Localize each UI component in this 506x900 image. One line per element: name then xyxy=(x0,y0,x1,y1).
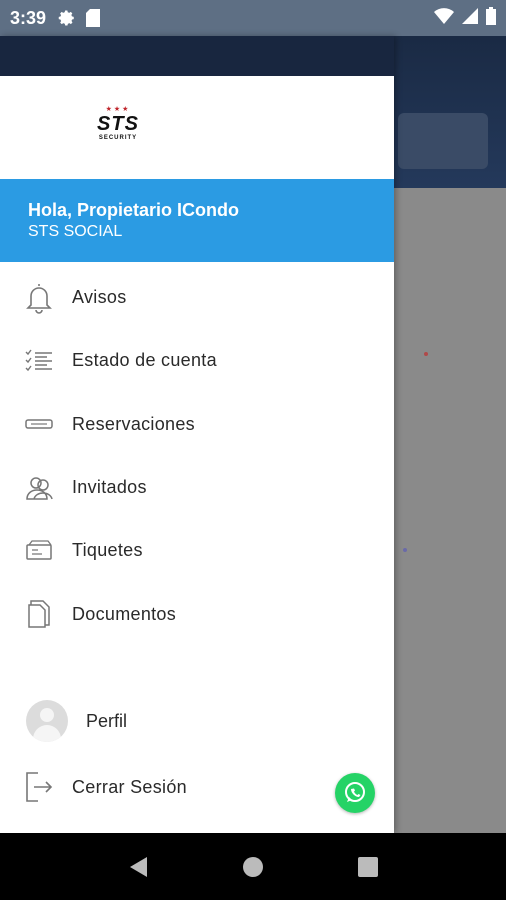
menu-item-label: Avisos xyxy=(72,287,127,308)
user-banner: Hola, Propietario ICondo STS SOCIAL xyxy=(0,179,394,262)
navigation-drawer: ★★★ STS SECURITY Hola, Propietario ICond… xyxy=(0,36,394,833)
wifi-icon xyxy=(434,7,454,29)
signal-icon xyxy=(462,7,478,29)
menu-item-label: Invitados xyxy=(72,477,147,498)
back-button[interactable] xyxy=(118,847,158,887)
home-icon xyxy=(242,856,263,877)
checklist-icon xyxy=(24,344,54,378)
profile-label: Perfil xyxy=(86,710,128,731)
menu-item-tiquetes[interactable]: Tiquetes xyxy=(0,519,394,582)
whatsapp-icon xyxy=(345,782,365,802)
menu-item-avisos[interactable]: Avisos xyxy=(0,266,394,329)
bell-icon xyxy=(24,281,54,315)
status-time: 3:39 xyxy=(10,7,47,28)
avatar-icon xyxy=(26,700,68,742)
menu-item-invitados[interactable]: Invitados xyxy=(0,456,394,519)
status-bar: 3:39 xyxy=(0,0,506,36)
sd-card-icon xyxy=(86,9,101,27)
user-greeting: Hola, Propietario ICondo xyxy=(28,200,240,220)
drawer-menu: Avisos Estado de cuenta Reservaciones In… xyxy=(0,266,394,646)
whatsapp-button[interactable] xyxy=(335,773,375,813)
menu-item-label: Reservaciones xyxy=(72,413,195,434)
menu-item-perfil[interactable]: Perfil xyxy=(26,700,127,742)
back-icon xyxy=(129,856,147,877)
sts-logo: ★★★ STS SECURITY xyxy=(92,106,144,148)
menu-item-label: Documentos xyxy=(72,603,177,624)
background-search-field xyxy=(398,113,488,169)
logo-sub: SECURITY xyxy=(98,135,138,141)
menu-item-cerrar-sesion[interactable]: Cerrar Sesión xyxy=(24,770,187,804)
menu-item-estado-de-cuenta[interactable]: Estado de cuenta xyxy=(0,329,394,392)
logout-label: Cerrar Sesión xyxy=(72,776,187,797)
guests-icon xyxy=(24,471,54,505)
battery-icon xyxy=(486,6,496,30)
recents-icon xyxy=(358,856,379,877)
menu-item-documentos[interactable]: Documentos xyxy=(0,582,394,645)
home-button[interactable] xyxy=(233,847,273,887)
documents-icon xyxy=(24,597,54,631)
drawer-top-strip xyxy=(0,36,394,76)
background-dot xyxy=(424,352,428,356)
ticket-icon xyxy=(24,407,54,441)
background-dot xyxy=(403,548,407,552)
recents-button[interactable] xyxy=(348,847,388,887)
gear-icon xyxy=(58,9,76,27)
logo-area: ★★★ STS SECURITY xyxy=(0,76,394,178)
menu-item-reservaciones[interactable]: Reservaciones xyxy=(0,393,394,456)
logo-brand: STS xyxy=(97,113,139,135)
tickets-icon xyxy=(24,534,54,568)
system-nav-bar xyxy=(0,833,506,900)
logout-icon xyxy=(24,770,54,804)
menu-item-label: Tiquetes xyxy=(72,540,143,561)
user-organization: STS SOCIAL xyxy=(28,223,123,240)
menu-item-label: Estado de cuenta xyxy=(72,350,217,371)
